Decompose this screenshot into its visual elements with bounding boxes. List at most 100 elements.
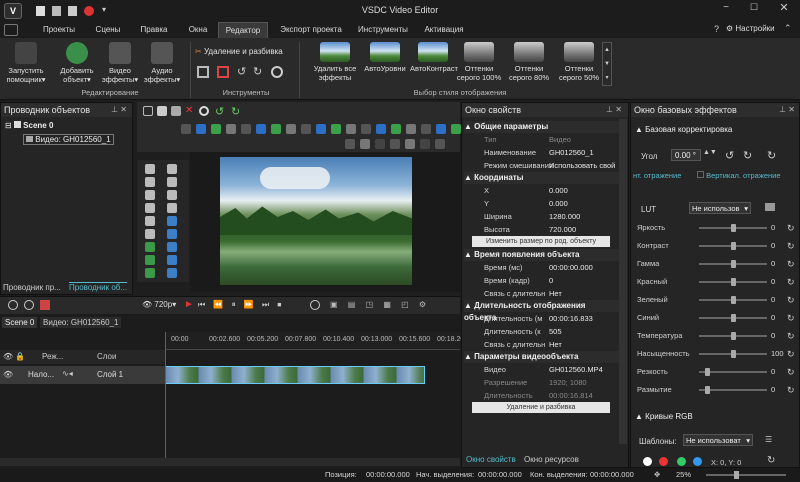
speed-tool-icon[interactable]: [271, 66, 283, 78]
tree-item-scene[interactable]: ⊟ Scene 0: [5, 121, 53, 130]
ribbon-button-1[interactable]: Добавить объект▾: [55, 42, 99, 84]
app-menu-button[interactable]: [4, 24, 18, 36]
channel-red-dot[interactable]: [659, 457, 668, 466]
props-section-duration[interactable]: ▲ Длительность отображения объекта: [464, 300, 619, 322]
quality-dropdown[interactable]: 👁 720p▾: [142, 300, 176, 309]
prop-value[interactable]: Нет: [549, 338, 562, 351]
fx-value[interactable]: 0: [771, 239, 775, 253]
palette-tool-icon-2-1[interactable]: [167, 190, 177, 200]
track-row[interactable]: 👁 Нало... ∿◂ Слой 1: [0, 366, 165, 384]
properties-scrollbar[interactable]: [619, 119, 627, 444]
fx-value[interactable]: 0: [771, 329, 775, 343]
align-icon-1[interactable]: [196, 124, 206, 134]
reset-icon[interactable]: ↻: [787, 257, 795, 271]
menu-tab-2[interactable]: Правка: [133, 22, 175, 38]
prop-value[interactable]: 1920; 1080: [549, 376, 587, 389]
palette-tool-icon-7-0[interactable]: [145, 255, 155, 265]
style-preset-0[interactable]: Удалить все эффекты: [312, 42, 358, 82]
align-icon-3[interactable]: [226, 124, 236, 134]
help-icon[interactable]: ?: [714, 24, 719, 34]
prop-value[interactable]: 00:00:16.833: [549, 312, 593, 325]
properties-tab-resources[interactable]: Окно ресурсов: [524, 455, 579, 464]
effects-pin-icon[interactable]: ⊥ ✕: [779, 105, 795, 114]
panel-pin-icon[interactable]: ⊥ ✕: [111, 105, 127, 114]
prop-row-type[interactable]: Тип Видео: [464, 133, 619, 146]
align-icon-14[interactable]: [391, 124, 401, 134]
prop-value[interactable]: 0.000: [549, 197, 568, 210]
reset-icon[interactable]: ↻: [787, 383, 795, 397]
fx-slider-knob[interactable]: [731, 242, 736, 250]
preview-canvas[interactable]: [190, 152, 460, 292]
fx-slider[interactable]: [699, 278, 767, 286]
zoom-slider-knob[interactable]: [734, 471, 739, 479]
align-icon-10[interactable]: [331, 124, 341, 134]
align-icon-0[interactable]: [181, 124, 191, 134]
ribbon-toggle-icon[interactable]: ⌃: [784, 23, 792, 34]
palette-tool-icon-8-1[interactable]: [167, 268, 177, 278]
layout-icon-5[interactable]: [420, 139, 430, 149]
prop-row-len[interactable]: Длительность 00:00:16.814: [464, 389, 619, 402]
align-icon-5[interactable]: [256, 124, 266, 134]
properties-pin-icon[interactable]: ⊥ ✕: [606, 105, 622, 114]
transport-controls[interactable]: ⏮ ⏪ ⏸ ⏩ ⏭ ⏹: [198, 300, 298, 310]
channel-green-dot[interactable]: [677, 457, 686, 466]
prop-row-res[interactable]: Разрешение 1920; 1080: [464, 376, 619, 389]
split-btn-button[interactable]: Удаление и разбивка: [472, 402, 610, 413]
channel-blue-dot[interactable]: [693, 457, 702, 466]
angle-reset-icon[interactable]: ↻: [767, 149, 776, 162]
prop-value[interactable]: 0.000: [549, 184, 568, 197]
align-icon-16[interactable]: [421, 124, 431, 134]
timeline-ruler[interactable]: 00:00 00:02.600 00:05.200 00:07.800 00:10.40…: [165, 332, 464, 350]
fx-slider-knob[interactable]: [705, 368, 711, 376]
menu-tab-4[interactable]: Редактор: [218, 22, 268, 38]
align-icon-15[interactable]: [406, 124, 416, 134]
fx-slider-knob[interactable]: [731, 260, 736, 268]
style-preset-3[interactable]: Оттенки серого 100%: [456, 42, 502, 82]
fx-slider[interactable]: [699, 242, 767, 250]
reset-icon[interactable]: ↻: [787, 365, 795, 379]
trim-tool-icon[interactable]: [217, 66, 229, 78]
basic-section-header[interactable]: ▲ Базовая корректировка: [635, 125, 732, 134]
align-icon-6[interactable]: [271, 124, 281, 134]
fx-slider-knob[interactable]: [731, 350, 736, 358]
menu-tab-6[interactable]: Инструменты: [352, 22, 414, 38]
playhead[interactable]: [165, 332, 166, 466]
prop-value[interactable]: 00:00:00.000: [549, 261, 593, 274]
angle-stepper[interactable]: ▲▼: [703, 149, 717, 156]
prop-row-h[interactable]: Высота 720.000: [464, 223, 619, 236]
fx-slider[interactable]: [699, 350, 767, 358]
palette-tool-icon-1-1[interactable]: [167, 177, 177, 187]
fx-value[interactable]: 0: [771, 257, 775, 271]
prop-value[interactable]: 00:00:16.814: [549, 389, 593, 402]
fx-slider-knob[interactable]: [731, 332, 736, 340]
video-clip[interactable]: [165, 366, 425, 384]
layout-icon-2[interactable]: [375, 139, 385, 149]
reset-icon[interactable]: ↻: [787, 275, 795, 289]
prop-value[interactable]: GH012560.MP4: [549, 363, 603, 376]
style-preset-5[interactable]: Оттенки серого 50%: [556, 42, 602, 82]
fx-slider[interactable]: [699, 332, 767, 340]
crop-tool-icon[interactable]: [197, 66, 209, 78]
menu-tab-5[interactable]: Экспорт проекта: [272, 22, 350, 38]
tab-object-explorer[interactable]: Проводник об...: [69, 282, 128, 292]
align-icon-18[interactable]: [451, 124, 461, 134]
fx-value[interactable]: 0: [771, 311, 775, 325]
settings-button[interactable]: ⚙ Настройки: [726, 24, 775, 33]
layout-icon-0[interactable]: [345, 139, 355, 149]
palette-tool-icon-7-1[interactable]: [167, 255, 177, 265]
rotate-right-icon[interactable]: ↻: [253, 65, 262, 78]
cut-icon[interactable]: [143, 106, 153, 116]
fx-slider[interactable]: [699, 224, 767, 232]
reset-icon[interactable]: ↻: [787, 347, 795, 361]
prop-row-video[interactable]: Видео GH012560.MP4: [464, 363, 619, 376]
rotate-ccw-icon[interactable]: ↺: [725, 149, 734, 162]
fx-value[interactable]: 0: [771, 365, 775, 379]
timeline-tab-scene[interactable]: Scene 0: [2, 317, 38, 328]
layout-icon-1[interactable]: [360, 139, 370, 149]
fx-slider-knob[interactable]: [705, 386, 711, 394]
ribbon-button-3[interactable]: Аудио эффекты▾: [140, 42, 184, 84]
channel-white-dot[interactable]: [643, 457, 652, 466]
align-icon-4[interactable]: [241, 124, 251, 134]
prop-value[interactable]: Использовать свой: [549, 159, 615, 172]
timeline-tools[interactable]: ▣ ▤ ◳ ▦ ◰ ⚙: [330, 300, 450, 310]
